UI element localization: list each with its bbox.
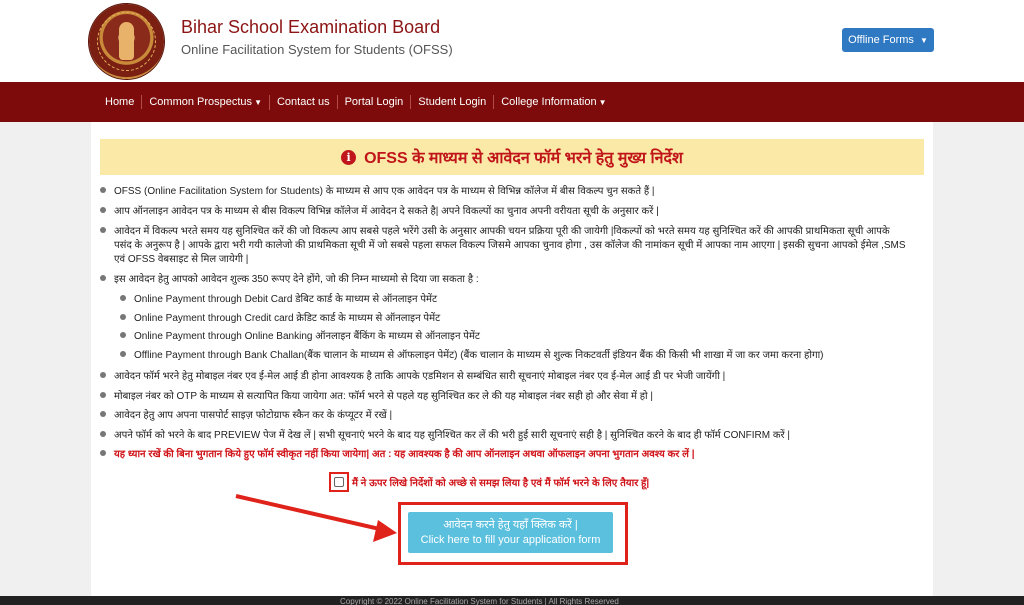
- apply-now-button[interactable]: आवेदन करने हेतु यहाँ क्लिक करें | Click …: [408, 512, 613, 553]
- arrow-shaft: [235, 494, 385, 532]
- apply-button-english: Click here to fill your application form: [420, 533, 601, 546]
- apply-button-hindi: आवेदन करने हेतु यहाँ क्लिक करें |: [443, 518, 578, 531]
- footer-text: Copyright © 2022 Online Facilitation Sys…: [340, 597, 619, 605]
- arrow-head-icon: [373, 520, 397, 542]
- site-footer: Copyright © 2022 Online Facilitation Sys…: [0, 596, 1024, 605]
